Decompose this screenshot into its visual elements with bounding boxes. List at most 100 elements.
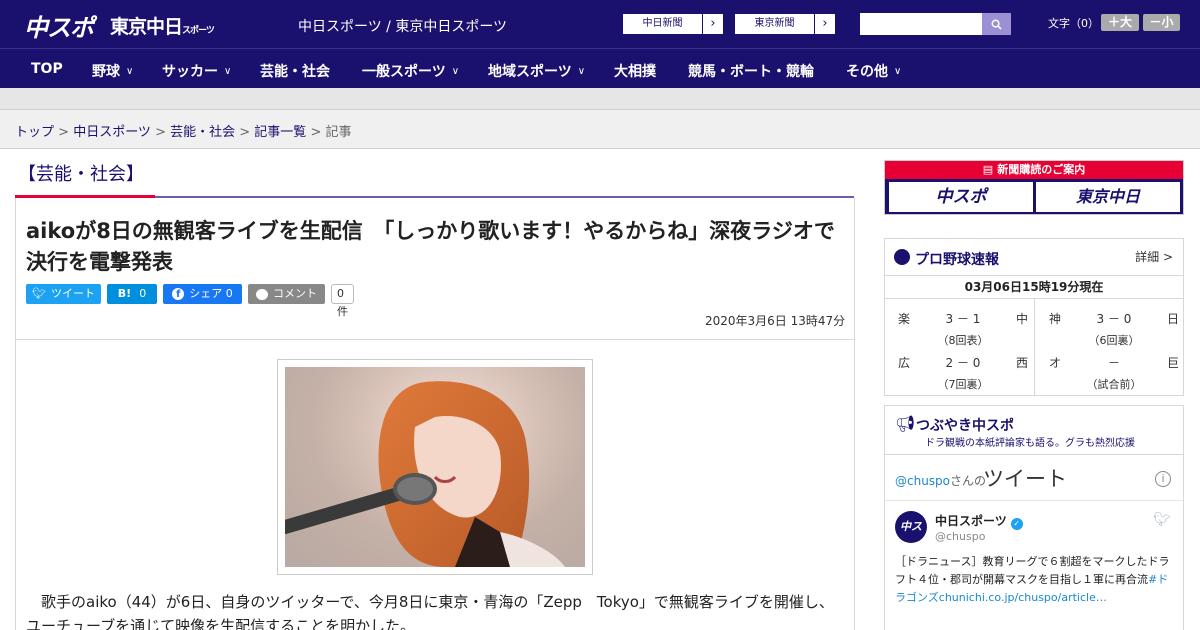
verified-icon: ✓	[1010, 518, 1023, 530]
tokyo-logo-text: 東京中日	[110, 16, 183, 38]
team2: 日	[1166, 312, 1179, 326]
avatar[interactable]: 中スポ	[895, 511, 927, 565]
comment-count: 0件	[331, 284, 354, 318]
nav-item-soccer[interactable]: サッカー ∨	[162, 61, 231, 81]
timeline-header: ツイート	[983, 467, 1067, 491]
search-input[interactable]	[860, 13, 982, 35]
singer-illustration	[285, 381, 565, 567]
search-button[interactable]	[982, 13, 1011, 35]
score: －	[1107, 356, 1120, 370]
article-date: 2020年3月6日 13時47分	[705, 314, 846, 328]
nav-label: TOP	[31, 61, 63, 77]
nav-item-entertainment[interactable]: 芸能・社会	[260, 61, 330, 81]
newspaper-icon: ▤	[982, 163, 994, 176]
breadcrumb-top[interactable]: トップ	[15, 125, 54, 140]
nav-label: 大相撲	[614, 64, 656, 80]
twitter-widget-subtitle: ドラ観戦の本紙評論家も語る。グラも熱烈応援	[925, 438, 1135, 449]
nav-item-general-sports[interactable]: 一般スポーツ ∨	[362, 61, 459, 81]
score: 3 － 1	[945, 312, 981, 326]
article-divider	[16, 339, 854, 340]
chevron-down-icon: ∨	[224, 65, 232, 77]
category-heading: 【芸能・社会】	[18, 164, 144, 185]
chevron-down-icon: ∨	[894, 65, 902, 77]
tweet-button[interactable]: 🐦︎ ツイート	[26, 284, 101, 304]
twitter-widget-title: つぶやき中スポ	[916, 418, 1014, 434]
chuspo-logo[interactable]: 中スポ	[24, 8, 94, 43]
hatena-bookmark-button[interactable]: B! 0	[107, 284, 157, 304]
chevron-right-icon: ›	[710, 16, 716, 31]
baseball-icon	[894, 249, 910, 265]
ext-link-label: 東京新聞	[735, 14, 815, 34]
info-icon[interactable]: i	[1155, 471, 1171, 487]
chevron-right-icon: ›	[822, 16, 828, 31]
top-header: 中スポ 東京中日スポーツ 中日スポーツ / 東京中日スポーツ 中日新聞 › 東京…	[0, 0, 1200, 48]
breadcrumb-current: 記事	[325, 125, 352, 140]
score: 3 － 0	[1096, 312, 1132, 326]
font-size-label: 文字（0）	[1048, 17, 1099, 30]
nav-item-top[interactable]: TOP	[31, 61, 63, 77]
megaphone-icon: 📢︎	[895, 414, 916, 433]
nav-item-sumo[interactable]: 大相撲	[614, 61, 656, 81]
timeline-divider	[885, 500, 1183, 501]
twitter-icon: 🐦︎	[32, 287, 46, 300]
tweet-author-name[interactable]: 中日スポーツ ✓	[935, 512, 1023, 530]
twitter-timeline: @chuspoさんの ツイート i 中スポ 中日スポーツ ✓ @chuspo 🐦︎…	[885, 454, 1183, 630]
chunichi-shimbun-link[interactable]: 中日新聞 ›	[622, 13, 724, 35]
nav-item-regional-sports[interactable]: 地域スポーツ ∨	[488, 61, 585, 81]
tokyo-chunichi-logo[interactable]: 東京中日スポーツ	[110, 12, 215, 39]
game-status: （7回裏）	[937, 378, 989, 391]
tweet-label: ツイート	[50, 287, 95, 300]
breadcrumb-chunichi-sports[interactable]: 中日スポーツ	[73, 125, 151, 140]
twitter-widget: 📢︎ つぶやき中スポ ドラ観戦の本紙評論家も語る。グラも熱烈応援 @chuspo…	[884, 405, 1184, 630]
game-status: （8回表）	[937, 334, 989, 347]
nav-label: 芸能・社会	[260, 64, 330, 80]
facebook-share-button[interactable]: f シェア 0	[163, 284, 242, 304]
breadcrumb-sep: >	[235, 125, 255, 140]
breadcrumb-sep: >	[306, 125, 326, 140]
article-photo[interactable]	[285, 367, 585, 567]
team2: 中	[1015, 312, 1028, 326]
tokyo-logo-small: スポーツ	[182, 26, 215, 36]
team2: 西	[1015, 356, 1028, 370]
tokyo-shimbun-link[interactable]: 東京新聞 ›	[734, 13, 836, 35]
chuspo-subscribe-logo[interactable]: 中スポ	[889, 182, 1033, 212]
ext-link-label: 中日新聞	[623, 14, 703, 34]
breadcrumb: トップ > 中日スポーツ > 芸能・社会 > 記事一覧 > 記事	[15, 121, 352, 140]
chevron-down-icon: ∨	[451, 65, 460, 77]
facebook-share-label: シェア 0	[189, 287, 233, 300]
breadcrumb-sep: >	[150, 125, 171, 140]
article-photo-frame	[277, 359, 593, 575]
npb-detail-link[interactable]: 詳細 >	[1135, 248, 1173, 265]
subscription-banner[interactable]: ▤ 新聞購読のご案内 中スポ 東京中日	[884, 160, 1184, 215]
chevron-down-icon: ∨	[126, 65, 134, 77]
nav-label: その他	[846, 64, 888, 80]
font-size-up-button[interactable]: ＋大	[1101, 14, 1139, 31]
npb-scoreboard: プロ野球速報 詳細 > 03月06日15時19分現在 楽 3 － 1 中 （8回…	[884, 238, 1184, 396]
speech-bubble-icon	[256, 288, 268, 300]
handle-suffix: さんの	[950, 474, 987, 488]
breadcrumb-article-list[interactable]: 記事一覧	[254, 125, 306, 140]
author-name: 中日スポーツ	[935, 514, 1007, 528]
tweet-author-handle[interactable]: @chuspo	[935, 530, 985, 543]
breadcrumb-entertainment[interactable]: 芸能・社会	[170, 125, 235, 140]
nav-label: 野球	[92, 64, 120, 80]
game-status: （試合前）	[1086, 378, 1142, 391]
font-size-down-button[interactable]: －小	[1143, 14, 1180, 31]
npb-update-time: 03月06日15時19分現在	[885, 275, 1183, 299]
hatena-icon: B!	[117, 287, 132, 300]
twitter-bird-icon[interactable]: 🐦︎	[1153, 512, 1171, 528]
nav-item-keiba[interactable]: 競馬・ボート・競輪	[688, 61, 814, 81]
subscription-title-text: 新聞購読のご案内	[997, 163, 1086, 176]
nav-item-other[interactable]: その他 ∨	[846, 61, 901, 81]
npb-divider	[1034, 299, 1035, 396]
search-icon	[991, 19, 1002, 30]
npb-title: プロ野球速報	[915, 252, 999, 268]
handle-link: @chuspo	[895, 474, 951, 488]
comment-label: コメント	[273, 287, 317, 300]
timeline-handle[interactable]: @chuspoさんの	[895, 472, 986, 489]
main-nav: TOP 野球 ∨ サッカー ∨ 芸能・社会 一般スポーツ ∨ 地域スポーツ ∨ 大相撲 …	[0, 48, 1200, 88]
tokyo-chunichi-subscribe-logo[interactable]: 東京中日	[1036, 182, 1180, 212]
nav-item-baseball[interactable]: 野球 ∨	[92, 61, 133, 81]
comment-button[interactable]: コメント	[248, 284, 325, 304]
breadcrumb-sep: >	[54, 125, 74, 140]
